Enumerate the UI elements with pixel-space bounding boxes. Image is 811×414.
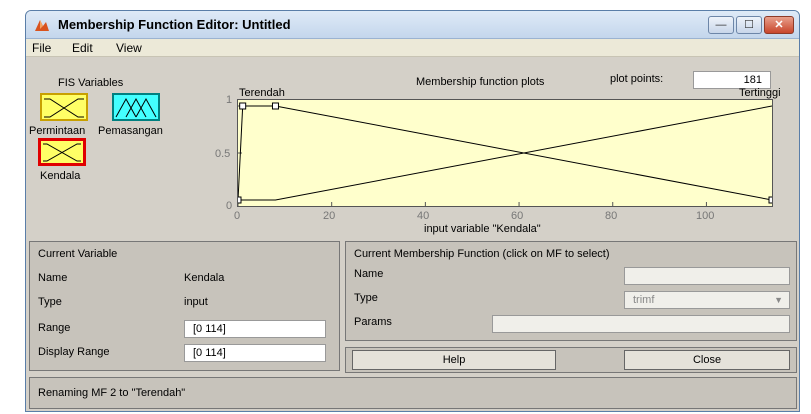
fis-variable-pemasangan[interactable] <box>112 93 160 121</box>
help-button[interactable]: Help <box>352 350 556 370</box>
mf-curve-terendah[interactable] <box>237 105 773 201</box>
status-message: Renaming MF 2 to "Terendah" <box>38 387 186 399</box>
mf-vertex-handle[interactable] <box>234 196 242 204</box>
chevron-down-icon: ▼ <box>774 295 783 305</box>
mf-type-value: trimf <box>633 294 655 306</box>
mf-editor-window: Membership Function Editor: Untitled — ☐… <box>25 10 800 412</box>
variable-name-value: Kendala <box>184 272 225 284</box>
x-tick-label: 100 <box>696 210 715 222</box>
mf-label-terendah[interactable]: Terendah <box>239 87 285 99</box>
matlab-icon <box>35 20 49 31</box>
editor-content: FIS Variables Permintaan Pemasangan Kend… <box>26 57 799 411</box>
menu-view[interactable]: View <box>116 41 142 55</box>
close-window-button[interactable]: ✕ <box>764 16 794 34</box>
x-tick-label: 80 <box>605 210 618 222</box>
range-input[interactable]: [0 114] <box>184 320 326 338</box>
fis-variable-label: Permintaan <box>29 125 86 137</box>
variable-type-value: input <box>184 296 208 308</box>
menu-edit[interactable]: Edit <box>72 41 93 55</box>
plot-points-label: plot points: <box>610 73 664 85</box>
y-tick-label: 0.5 <box>215 148 231 160</box>
menu-file[interactable]: File <box>32 41 51 55</box>
current-mf-panel: Current Membership Function (click on MF… <box>345 241 797 341</box>
status-bar: Renaming MF 2 to "Terendah" <box>29 377 797 409</box>
mf-curve-tertinggi[interactable] <box>238 105 773 201</box>
x-tick-label: 60 <box>511 210 524 222</box>
y-tick-label: 1 <box>226 94 233 106</box>
variable-type-label: Type <box>38 296 62 308</box>
fis-variable-permintaan[interactable] <box>40 93 88 121</box>
button-panel: Help Close <box>345 347 797 373</box>
close-button[interactable]: Close <box>624 350 790 370</box>
x-tick-label: 20 <box>323 210 336 222</box>
mf-vertex-handle[interactable] <box>768 196 776 204</box>
fis-variable-label: Pemasangan <box>98 125 163 137</box>
x-tick-label: 0 <box>234 210 241 222</box>
mf-params-label: Params <box>354 316 392 328</box>
mf-vertex-handle[interactable] <box>239 102 247 110</box>
current-variable-heading: Current Variable <box>38 248 118 260</box>
display-range-input[interactable]: [0 114] <box>184 344 326 362</box>
title-bar: Membership Function Editor: Untitled — ☐… <box>26 11 799 39</box>
mf-glyph-icon <box>44 98 84 118</box>
window-title: Membership Function Editor: Untitled <box>58 17 291 32</box>
current-mf-heading: Current Membership Function (click on MF… <box>354 248 610 260</box>
mf-type-label: Type <box>354 292 378 304</box>
variable-name-label: Name <box>38 272 68 284</box>
maximize-button[interactable]: ☐ <box>736 16 762 34</box>
range-label: Range <box>38 322 71 334</box>
mf-type-select[interactable]: trimf ▼ <box>624 291 790 309</box>
mf-plot-svg[interactable] <box>234 100 776 206</box>
mf-glyph-icon <box>115 97 157 118</box>
fis-variables-heading: FIS Variables <box>58 77 124 89</box>
y-tick-label: 0 <box>226 200 233 212</box>
mf-plot-area[interactable] <box>234 99 776 207</box>
mf-vertex-handle[interactable] <box>271 102 279 110</box>
mf-name-label: Name <box>354 268 384 280</box>
x-axis-label: input variable "Kendala" <box>424 223 541 235</box>
fis-variable-label: Kendala <box>40 170 81 182</box>
current-variable-panel: Current Variable Name Kendala Type input… <box>29 241 340 371</box>
mf-params-input[interactable] <box>492 315 790 333</box>
x-tick-label: 40 <box>417 210 430 222</box>
mf-label-tertinggi[interactable]: Tertinggi <box>739 87 781 99</box>
mf-glyph-icon <box>43 143 81 162</box>
menu-bar: File Edit View <box>26 39 799 57</box>
mf-plots-heading: Membership function plots <box>416 76 545 88</box>
fis-variable-kendala[interactable] <box>38 138 86 166</box>
mf-name-input[interactable] <box>624 267 790 285</box>
display-range-label: Display Range <box>38 346 110 358</box>
minimize-button[interactable]: — <box>708 16 734 34</box>
